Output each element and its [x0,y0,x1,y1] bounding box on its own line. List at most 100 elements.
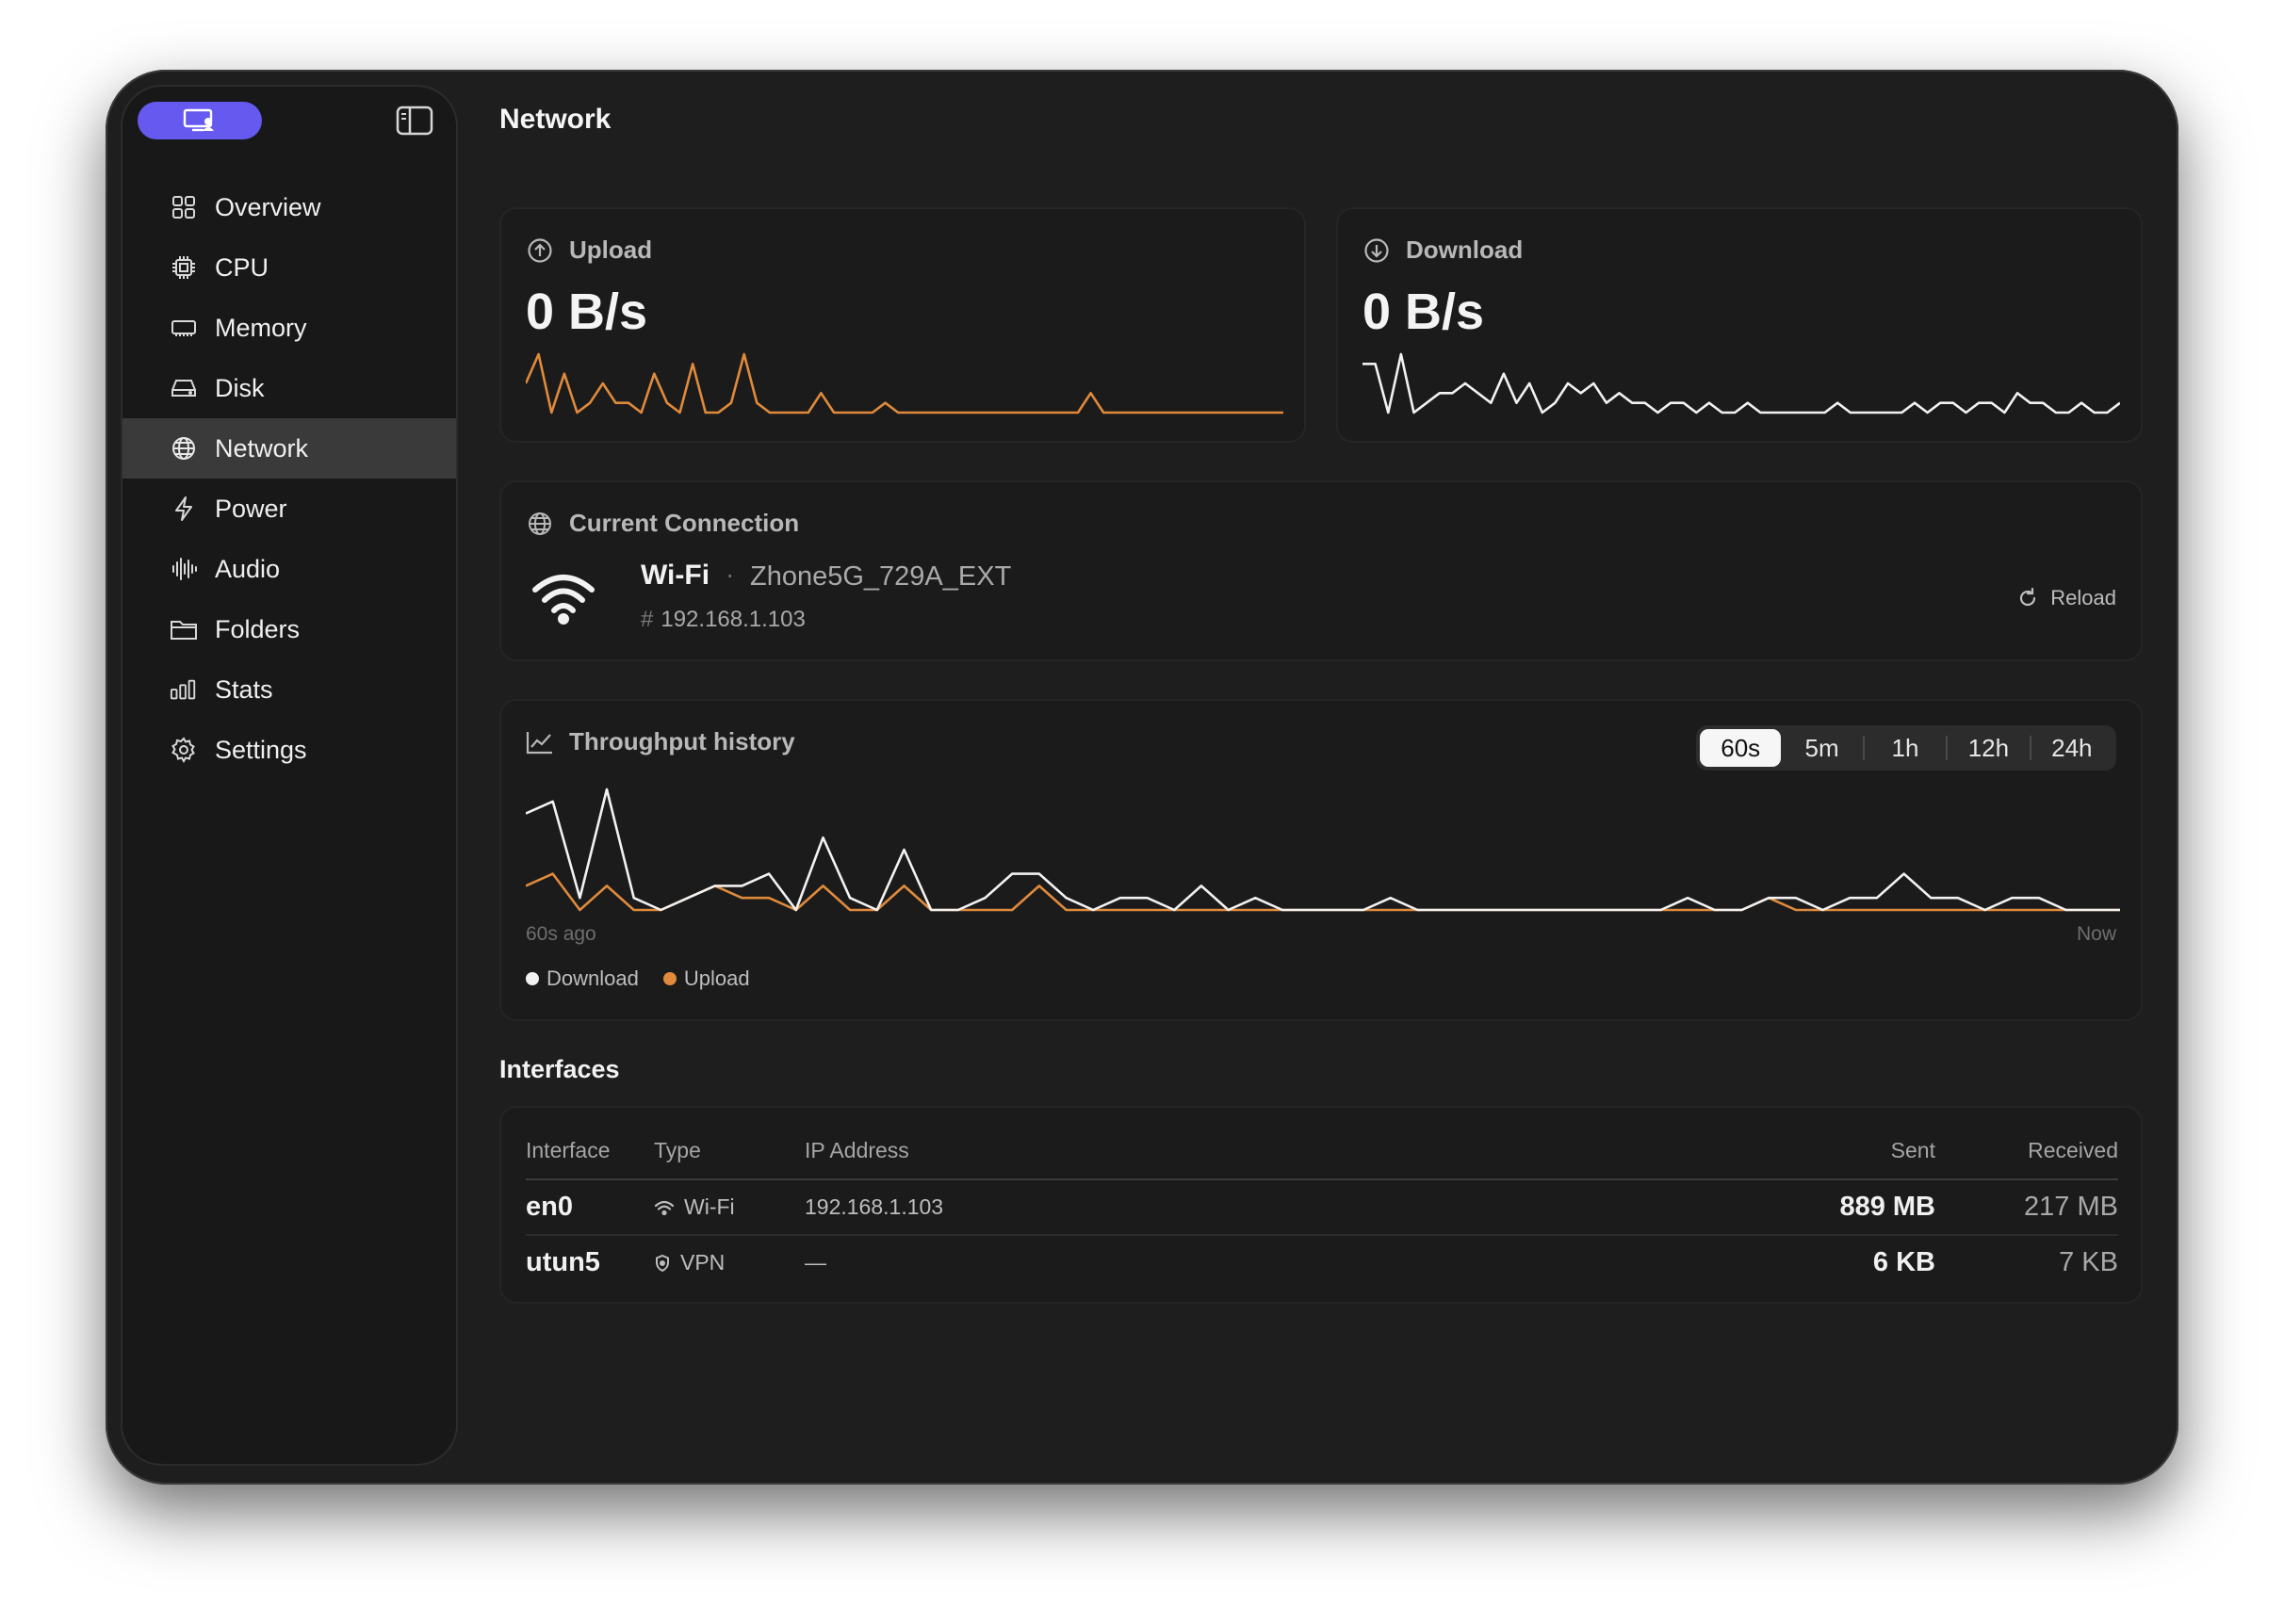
sidebar-item-power[interactable]: Power [122,479,456,539]
range-12h-button[interactable]: 12h [1948,729,2029,767]
sidebar-toggle-button[interactable] [396,104,433,138]
connection-card: Current Connection Wi-Fi · Zhone5G_729A_… [499,480,2143,661]
throughput-card: Throughput history 60s 5m 1h 12h 24h 60s… [499,699,2143,1021]
range-1h-button[interactable]: 1h [1865,729,1946,767]
table-row[interactable]: utun5 VPN — 6 KB 7 KB [526,1235,2118,1290]
interface-received: 217 MB [1935,1179,2118,1236]
reload-label: Reload [2050,586,2116,609]
sidebar-item-cpu[interactable]: CPU [122,237,456,298]
interface-type: Wi-Fi [654,1179,805,1236]
upload-series-line [526,872,2120,912]
throughput-title: Throughput history [569,727,795,755]
table-header-row: Interface Type IP Address Sent Received [526,1129,2118,1180]
globe-icon [526,510,554,538]
monitor-user-icon [183,108,214,132]
upload-label: Upload [569,235,653,264]
interface-sent: 6 KB [1872,1247,1935,1277]
range-24h-button[interactable]: 24h [2031,729,2113,767]
app-logo-button[interactable] [138,102,262,139]
download-series-line [526,788,2120,912]
legend-download: Download [526,966,639,991]
sidebar-item-audio[interactable]: Audio [122,539,456,599]
column-sent: Sent [1747,1129,1935,1180]
sidebar-item-label: Memory [215,313,307,342]
upload-series-line [526,352,1283,414]
connection-ip: #192.168.1.103 [641,607,806,633]
interfaces-title: Interfaces [499,1055,620,1083]
sidebar-toggle-icon [396,106,433,136]
reload-icon [2016,587,2039,609]
range-5m-button[interactable]: 5m [1781,729,1862,767]
folder-icon [170,615,198,643]
table-row[interactable]: en0 Wi-Fi 192.168.1.103 889 MB 217 MB [526,1179,2118,1236]
upload-card: Upload 0 B/s [499,207,1306,443]
sidebar-item-disk[interactable]: Disk [122,358,456,418]
interface-type-label: Wi-Fi [684,1194,735,1219]
sidebar-item-folders[interactable]: Folders [122,599,456,659]
disk-icon [170,374,198,402]
line-chart-icon [526,728,554,756]
bolt-icon [170,495,198,523]
sidebar-item-memory[interactable]: Memory [122,298,456,358]
sidebar: Overview CPU Memory Disk Network Power A… [121,85,458,1466]
connection-separator: · [726,560,735,589]
interface-name: en0 [526,1179,654,1236]
ip-hash-icon: # [641,607,654,632]
reload-button[interactable]: Reload [2016,586,2116,610]
chart-legend: Download Upload [526,966,775,991]
waveform-icon [170,555,198,583]
wifi-icon [530,569,597,630]
sidebar-nav: Overview CPU Memory Disk Network Power A… [122,177,456,780]
interface-type-label: VPN [680,1250,726,1275]
axis-end-label: Now [2076,923,2116,945]
app-window: Overview CPU Memory Disk Network Power A… [106,70,2178,1485]
memory-icon [170,314,198,342]
arrow-up-circle-icon [526,236,554,265]
legend-upload: Upload [662,966,750,991]
sidebar-item-label: Settings [215,735,307,764]
sidebar-item-label: Stats [215,674,273,704]
interface-ip: 192.168.1.103 [805,1179,1747,1236]
sidebar-item-settings[interactable]: Settings [122,720,456,780]
interface-name: utun5 [526,1247,600,1277]
upload-sparkline [526,352,1283,414]
connection-title: Current Connection [569,509,800,537]
sidebar-item-label: Network [215,433,309,463]
connection-type: Wi-Fi [641,560,710,591]
globe-icon [170,434,198,463]
grid-icon [170,193,198,221]
bars-icon [170,675,198,704]
range-segmented-control: 60s 5m 1h 12h 24h [1696,725,2116,771]
column-received: Received [1935,1129,2118,1180]
download-header: Download [1362,235,1523,265]
arrow-down-circle-icon [1362,236,1391,265]
download-label: Download [1406,235,1524,264]
download-sparkline [1362,352,2120,414]
sidebar-item-label: CPU [215,252,269,282]
sidebar-item-label: Disk [215,373,265,402]
sidebar-item-overview[interactable]: Overview [122,177,456,237]
sidebar-item-stats[interactable]: Stats [122,659,456,720]
connection-ssid: Zhone5G_729A_EXT [750,561,1012,592]
legend-download-dot [526,972,539,985]
column-interface: Interface [526,1129,654,1180]
upload-value: 0 B/s [526,284,648,340]
interface-type: VPN [654,1235,805,1290]
connection-header: Current Connection [526,509,799,538]
download-value: 0 B/s [1362,284,1485,340]
gear-icon [170,736,198,764]
range-60s-button[interactable]: 60s [1700,729,1782,767]
sidebar-item-label: Power [215,494,287,523]
column-ip: IP Address [805,1129,1747,1180]
sidebar-item-network[interactable]: Network [122,418,456,479]
download-series-line [1362,352,2120,414]
interfaces-table: Interface Type IP Address Sent Received … [526,1129,2118,1290]
sidebar-item-label: Folders [215,614,301,643]
legend-upload-dot [662,972,677,985]
upload-header: Upload [526,235,652,265]
page-title: Network [499,104,612,135]
axis-start-label: 60s ago [526,923,596,945]
interface-ip: — [805,1250,826,1275]
legend-upload-label: Upload [683,966,750,990]
connection-ip-value: 192.168.1.103 [661,607,806,632]
